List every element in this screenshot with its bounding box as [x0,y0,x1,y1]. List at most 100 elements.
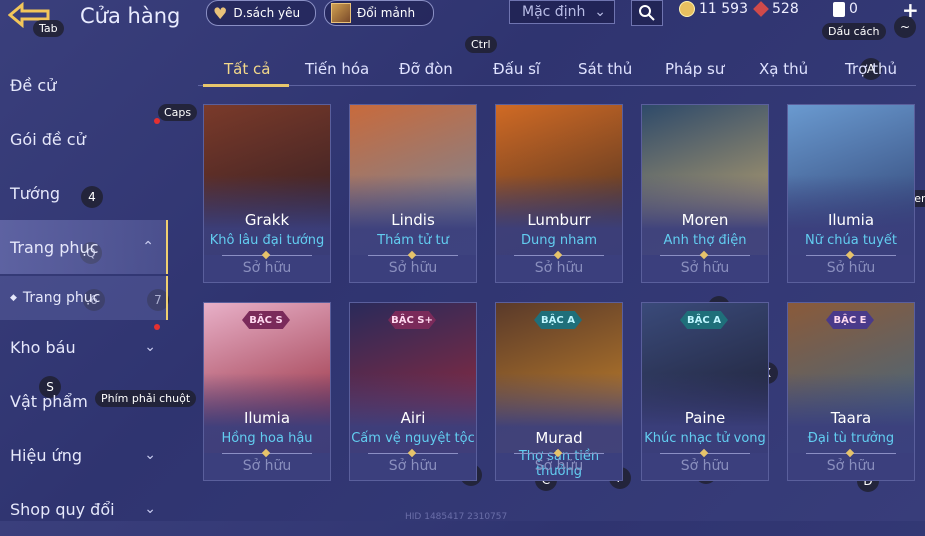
exchange-fragments-button[interactable]: Đổi mảnh [324,0,434,26]
wishlist-label: D.sách yêu [233,6,301,20]
skin-card[interactable]: BẬC A Murad Thợ săn tiền thưởng Sở hữu [495,302,623,481]
sidebar-item-treasure[interactable]: Kho báu ⌄ [0,320,168,374]
skin-name: Nữ chúa tuyết [805,233,897,248]
heart-icon: ♥ [213,3,228,23]
ruby-currency: 528 [753,1,799,17]
search-button[interactable] [631,0,663,26]
chevron-down-icon: ⌄ [144,501,156,517]
fragment-icon [331,3,351,23]
skin-card[interactable]: BẬC E Taara Đại tù trưởng Sở hữu [787,302,915,481]
sidebar-label: Vật phẩm [10,391,88,411]
hero-name: Paine [684,409,726,427]
active-tab-underline [203,84,289,87]
skin-card[interactable]: Lindis Thám tử tư Sở hữu [349,104,477,283]
voucher-amount: 0 [849,1,858,17]
ownership-status: Sở hữu [242,260,292,276]
search-icon [639,5,655,21]
sidebar-label: Hiệu ứng [10,445,82,465]
tier-badge: BẬC S+ [388,311,436,329]
tier-badge: BẬC E [826,311,874,329]
skin-card[interactable]: Lumburr Dung nham Sở hữu [495,104,623,283]
voucher-icon [833,1,845,17]
sidebar-label: Shop quy đổi [10,499,115,519]
sidebar-item-recommended[interactable]: Đề cử [0,58,168,112]
sidebar-item-items[interactable]: Vật phẩm [0,374,168,428]
key-hint-space: Dấu cách [822,23,886,40]
ownership-status: Sở hữu [826,260,876,276]
notification-dot [154,324,160,330]
tab-tank[interactable]: Đỡ đòn [399,60,453,78]
skin-card[interactable]: BẬC S+ Airi Cấm vệ nguyệt tộc Sở hữu [349,302,477,481]
sidebar-label: Đề cử [10,75,57,95]
hero-name: Ilumia [827,211,875,229]
key-hint-ctrl: Ctrl [465,36,497,53]
skin-name: Dung nham [521,233,597,248]
notification-dot [154,118,160,124]
sidebar-label: Tướng [10,183,60,203]
tab-all[interactable]: Tất cả [224,60,270,78]
skin-name: Khúc nhạc tử vong [644,431,766,446]
tab-divider [198,85,916,86]
voucher-currency: 0 [833,1,858,17]
tab-marksman[interactable]: Xạ thủ [759,60,808,78]
hero-name: Lumburr [527,211,591,229]
chevron-down-icon: ⌄ [144,339,156,355]
key-hint-tab: Tab [33,20,64,37]
gold-amount: 11 593 [699,1,748,17]
skin-card[interactable]: Ilumia Nữ chúa tuyết Sở hữu [787,104,915,283]
sidebar-item-heroes[interactable]: Tướng [0,166,168,220]
sidebar-label: Gói đề cử [10,129,86,149]
wishlist-button[interactable]: ♥ D.sách yêu [206,0,316,26]
sort-value: Mặc định [522,4,586,20]
sidebar-item-effects[interactable]: Hiệu ứng ⌄ [0,428,168,482]
skin-card[interactable]: BẬC S Ilumia Hồng hoa hậu Sở hữu [203,302,331,481]
sidebar-item-skins[interactable]: Trang phục ⌃ [0,220,168,274]
tier-badge: BẬC A [534,311,582,329]
skin-name: Đại tù trưởng [807,431,895,446]
ownership-status: Sở hữu [826,458,876,474]
gold-coin-icon [679,1,695,17]
skin-card[interactable]: BẬC A Paine Khúc nhạc tử vong Sở hữu [641,302,769,481]
skin-name: Anh thợ điện [663,233,747,248]
ownership-status: Sở hữu [680,260,730,276]
gold-currency: 11 593 [679,1,748,17]
skin-name: Khô lâu đại tướng [209,233,325,248]
key-hint-tilde: ~ [894,16,916,38]
ownership-status: Sở hữu [388,458,438,474]
skin-card[interactable]: Moren Anh thợ điện Sở hữu [641,104,769,283]
sidebar-item-bundles[interactable]: Gói đề cử [0,112,168,166]
exchange-label: Đổi mảnh [357,6,416,20]
skin-name: Cấm vệ nguyệt tộc [351,431,475,446]
tier-badge: BẬC A [680,311,728,329]
tab-assassin[interactable]: Sát thủ [578,60,632,78]
hero-name: Airi [400,409,426,427]
sort-dropdown[interactable]: Mặc định ⌄ [509,0,615,24]
sidebar-subitem-skins[interactable]: ◆ Trang phục [0,276,168,320]
skin-name: Thám tử tư [377,233,449,248]
tab-support[interactable]: Trợ thủ [845,60,897,78]
ownership-status: Sở hữu [388,260,438,276]
sidebar-item-exchange-shop[interactable]: Shop quy đổi ⌄ [0,482,168,536]
tab-warrior[interactable]: Đấu sĩ [493,60,540,78]
hero-name: Grakk [244,211,290,229]
tab-evolution[interactable]: Tiến hóa [305,60,369,78]
chevron-down-icon: ⌄ [144,447,156,463]
hero-name: Moren [681,211,729,229]
sidebar-label: Kho báu [10,337,76,357]
ownership-status: Sở hữu [534,260,584,276]
chevron-down-icon: ⌄ [594,4,606,20]
tab-mage[interactable]: Pháp sư [665,60,724,78]
ruby-icon [753,1,769,17]
hero-name: Murad [535,429,583,447]
page-title: Cửa hàng [80,4,181,28]
hero-name: Taara [830,409,872,427]
tier-badge: BẬC S [242,311,290,329]
ownership-status: Sở hữu [534,458,584,474]
hero-name: Ilumia [243,409,291,427]
hero-name: Lindis [391,211,435,229]
ownership-status: Sở hữu [242,458,292,474]
sidebar-label: Trang phục [22,290,101,306]
ownership-status: Sở hữu [680,458,730,474]
skin-card[interactable]: Grakk Khô lâu đại tướng Sở hữu [203,104,331,283]
ruby-amount: 528 [772,1,799,17]
